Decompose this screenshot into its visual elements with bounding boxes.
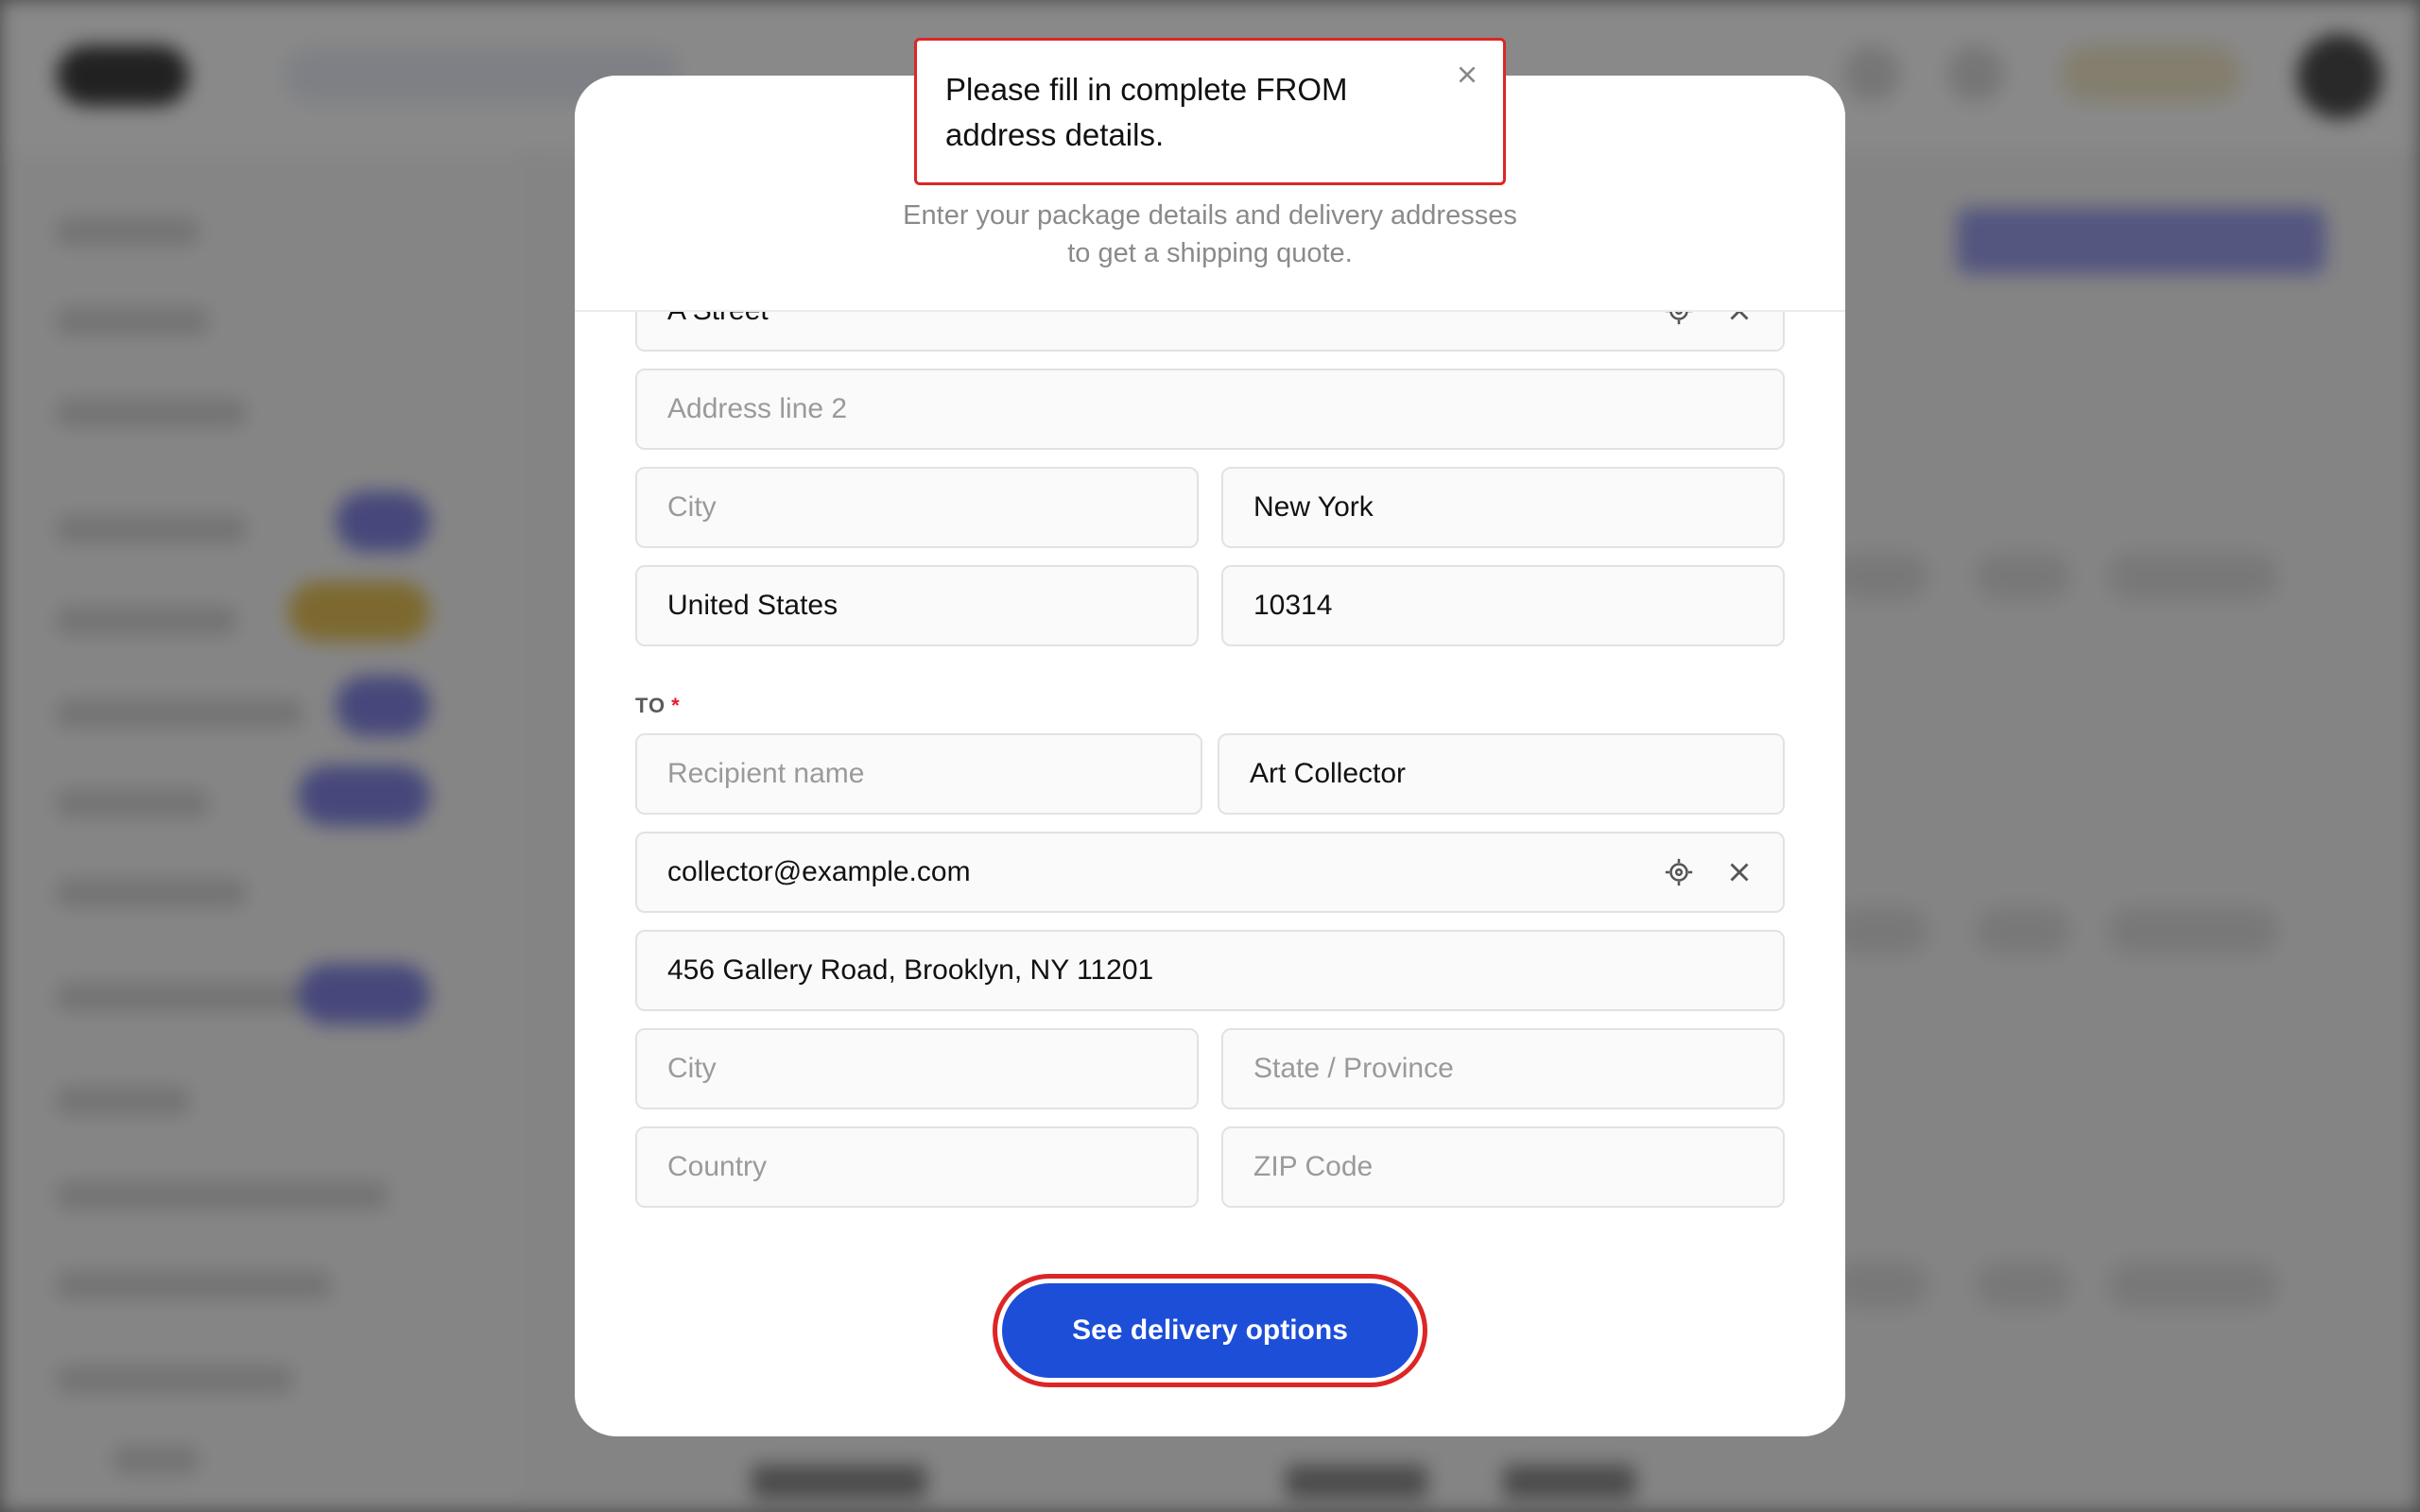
toast-message: Please fill in complete FROM address det… bbox=[945, 72, 1348, 152]
locate-icon[interactable] bbox=[1660, 853, 1698, 891]
to-recipient-name-field[interactable] bbox=[635, 733, 1202, 815]
error-toast: Please fill in complete FROM address det… bbox=[914, 38, 1506, 185]
from-address-line2-field[interactable] bbox=[635, 369, 1785, 450]
close-icon[interactable] bbox=[1450, 58, 1484, 92]
to-state-input[interactable] bbox=[1223, 1030, 1783, 1108]
shipping-quote-modal: Enter your package details and delivery … bbox=[575, 76, 1845, 1436]
to-section-label: TO * bbox=[635, 694, 681, 718]
to-email-input[interactable] bbox=[637, 833, 1783, 911]
from-zip-field[interactable] bbox=[1221, 565, 1785, 646]
to-email-field[interactable] bbox=[635, 832, 1785, 913]
to-company-field[interactable] bbox=[1218, 733, 1785, 815]
modal-subtitle-line: Enter your package details and delivery … bbox=[903, 200, 1517, 231]
from-address-line2-input[interactable] bbox=[637, 370, 1783, 448]
to-city-field[interactable] bbox=[635, 1028, 1199, 1109]
to-city-input[interactable] bbox=[637, 1030, 1197, 1108]
to-recipient-name-input[interactable] bbox=[637, 735, 1201, 813]
from-zip-input[interactable] bbox=[1223, 567, 1783, 644]
from-state-input[interactable] bbox=[1223, 469, 1783, 546]
from-city-input[interactable] bbox=[637, 469, 1197, 546]
modal-subtitle-line: to get a shipping quote. bbox=[1067, 238, 1353, 268]
from-country-input[interactable] bbox=[637, 567, 1197, 644]
to-zip-field[interactable] bbox=[1221, 1126, 1785, 1208]
from-state-field[interactable] bbox=[1221, 467, 1785, 548]
to-address-line1-field[interactable] bbox=[635, 930, 1785, 1011]
to-company-input[interactable] bbox=[1219, 735, 1783, 813]
modal-subtitle: Enter your package details and delivery … bbox=[575, 197, 1845, 272]
see-delivery-options-button[interactable]: See delivery options bbox=[1002, 1283, 1418, 1378]
to-state-field[interactable] bbox=[1221, 1028, 1785, 1109]
to-country-input[interactable] bbox=[637, 1128, 1197, 1206]
from-city-field[interactable] bbox=[635, 467, 1199, 548]
to-country-field[interactable] bbox=[635, 1126, 1199, 1208]
required-marker: * bbox=[671, 694, 681, 717]
to-address-line1-input[interactable] bbox=[637, 932, 1783, 1009]
to-label-text: TO bbox=[635, 694, 666, 717]
to-zip-input[interactable] bbox=[1223, 1128, 1783, 1206]
clear-icon[interactable] bbox=[1720, 853, 1758, 891]
from-country-field[interactable] bbox=[635, 565, 1199, 646]
